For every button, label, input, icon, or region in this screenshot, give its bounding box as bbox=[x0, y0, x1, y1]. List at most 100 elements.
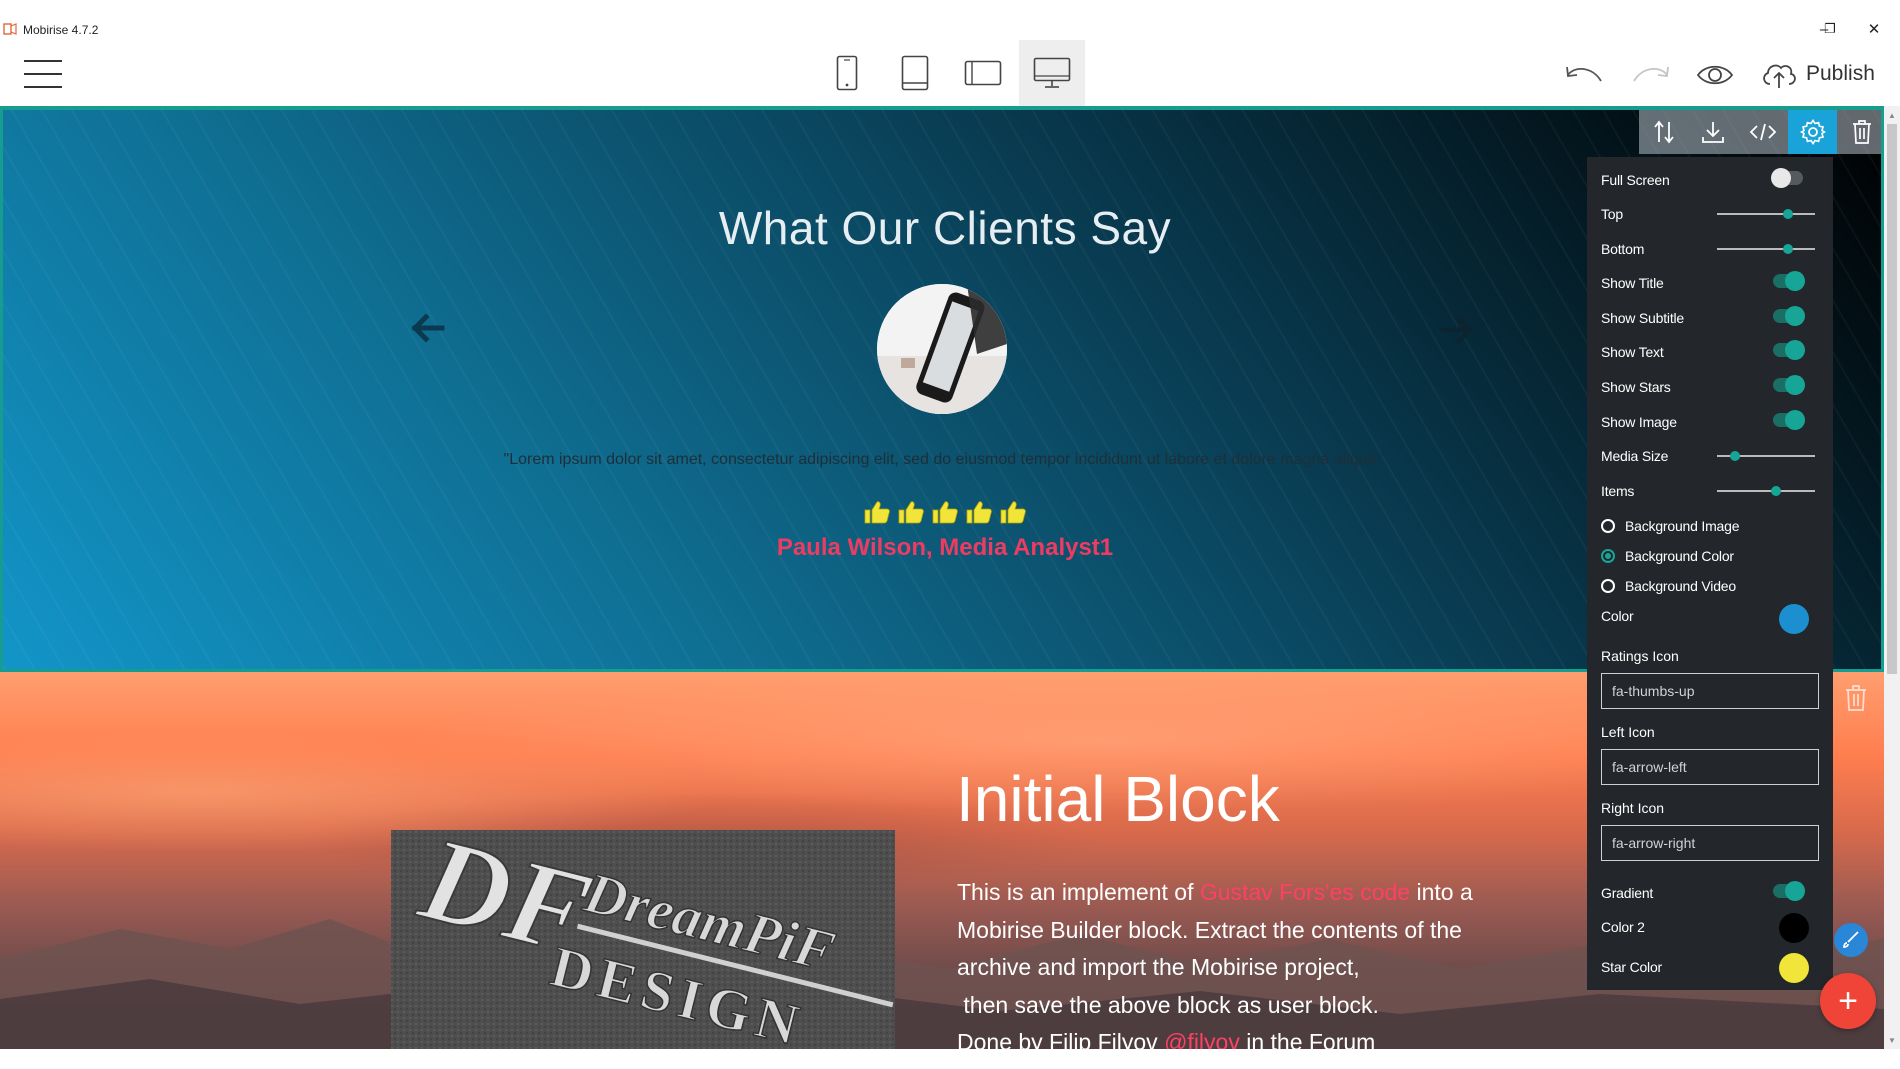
show-stars-toggle[interactable] bbox=[1773, 375, 1805, 395]
show-text-row[interactable]: Show Text bbox=[1601, 340, 1821, 364]
items-slider[interactable] bbox=[1717, 486, 1815, 496]
save-block-button[interactable] bbox=[1689, 110, 1739, 154]
hamburger-bar-icon bbox=[24, 60, 62, 62]
text-part: in the Forum bbox=[1239, 1029, 1376, 1049]
redo-button[interactable] bbox=[1627, 52, 1675, 98]
background-image-option[interactable]: Background Image bbox=[1601, 514, 1821, 538]
scroll-down-icon[interactable]: ▼ bbox=[1884, 1033, 1900, 1047]
color-2-row: Color 2 bbox=[1601, 913, 1821, 943]
restore-button[interactable]: ❐ bbox=[1818, 18, 1842, 40]
tablet-landscape-icon bbox=[964, 60, 1002, 86]
thumbs-up-icon bbox=[932, 501, 958, 524]
delete-block-button[interactable] bbox=[1837, 110, 1881, 154]
full-screen-row[interactable]: Full Screen bbox=[1601, 168, 1821, 192]
cloud-upload-icon bbox=[1763, 64, 1796, 88]
block-settings-button[interactable] bbox=[1787, 110, 1838, 154]
trash-icon[interactable] bbox=[1844, 684, 1868, 712]
show-title-toggle[interactable] bbox=[1773, 271, 1805, 291]
bottom-label: Bottom bbox=[1601, 241, 1645, 257]
gradient-row[interactable]: Gradient bbox=[1601, 881, 1821, 905]
ratings-icon-input[interactable] bbox=[1601, 673, 1819, 709]
media-size-row: Media Size bbox=[1601, 444, 1821, 468]
code-editor-button[interactable] bbox=[1738, 110, 1788, 154]
block-settings-panel: Full Screen Top Bottom Show Title Show S… bbox=[1587, 157, 1833, 990]
device-mobile-button[interactable] bbox=[814, 40, 880, 106]
toggle-knob bbox=[1785, 340, 1805, 360]
radio-button[interactable] bbox=[1601, 519, 1615, 533]
ratings-icon-label: Ratings Icon bbox=[1601, 648, 1679, 664]
tablet-icon bbox=[901, 55, 929, 91]
close-button[interactable]: ✕ bbox=[1862, 18, 1886, 40]
device-tablet-landscape-button[interactable] bbox=[950, 40, 1016, 106]
hamburger-menu-button[interactable] bbox=[24, 60, 62, 88]
slider-handle[interactable] bbox=[1729, 451, 1740, 461]
save-download-icon bbox=[1702, 122, 1725, 143]
vertical-scrollbar[interactable]: ▲ ▼ bbox=[1884, 106, 1900, 1049]
full-screen-toggle[interactable] bbox=[1771, 168, 1803, 188]
show-subtitle-row[interactable]: Show Subtitle bbox=[1601, 306, 1821, 330]
slider-handle[interactable] bbox=[1770, 486, 1781, 496]
client-avatar-image[interactable] bbox=[877, 284, 1007, 414]
arrow-left-icon[interactable] bbox=[410, 310, 446, 346]
show-title-row[interactable]: Show Title bbox=[1601, 271, 1821, 295]
device-desktop-button[interactable] bbox=[1019, 40, 1085, 106]
publish-button[interactable]: Publish bbox=[1760, 54, 1875, 94]
toggle-knob bbox=[1785, 375, 1805, 395]
radio-button[interactable] bbox=[1601, 579, 1615, 593]
background-color-option[interactable]: Background Color bbox=[1601, 544, 1821, 568]
top-slider[interactable] bbox=[1717, 209, 1815, 219]
thumbs-up-icon bbox=[966, 501, 992, 524]
color-2-swatch[interactable] bbox=[1779, 913, 1809, 943]
show-subtitle-toggle[interactable] bbox=[1773, 306, 1805, 326]
trash-icon bbox=[1853, 120, 1872, 144]
background-video-label: Background Video bbox=[1625, 578, 1736, 594]
dreampif-design-image[interactable]: DF DreamPiF DESIGN bbox=[391, 830, 895, 1049]
hamburger-bar-icon bbox=[24, 73, 62, 75]
bottom-slider[interactable] bbox=[1717, 244, 1815, 254]
style-brush-button[interactable] bbox=[1834, 923, 1868, 957]
background-color-label: Background Color bbox=[1625, 548, 1734, 564]
radio-button[interactable] bbox=[1601, 549, 1615, 563]
add-block-button[interactable]: + bbox=[1820, 973, 1876, 1029]
items-label: Items bbox=[1601, 483, 1635, 499]
initial-block-text[interactable]: This is an implement of Gustav Fors'es c… bbox=[957, 874, 1517, 1049]
color-row: Color bbox=[1601, 604, 1821, 634]
initial-block-title[interactable]: Initial Block bbox=[956, 762, 1280, 836]
publish-label: Publish bbox=[1806, 62, 1875, 85]
close-icon: ✕ bbox=[1867, 21, 1881, 38]
show-stars-row[interactable]: Show Stars bbox=[1601, 375, 1821, 399]
phone-icon bbox=[836, 55, 858, 91]
top-row: Top bbox=[1601, 202, 1821, 226]
star-color-swatch[interactable] bbox=[1779, 953, 1809, 983]
gradient-toggle[interactable] bbox=[1773, 881, 1805, 901]
mobirise-app: Mobirise 4.7.2 – ❐ ✕ Publish What Our Cl… bbox=[0, 0, 1900, 1069]
arrow-right-icon[interactable] bbox=[1439, 312, 1475, 348]
show-image-toggle[interactable] bbox=[1773, 410, 1805, 430]
scroll-thumb[interactable] bbox=[1887, 124, 1897, 674]
right-icon-input[interactable] bbox=[1601, 825, 1819, 861]
undo-icon bbox=[1566, 66, 1602, 82]
main-toolbar: Publish bbox=[0, 40, 1900, 106]
reorder-button[interactable] bbox=[1639, 110, 1689, 154]
show-image-row[interactable]: Show Image bbox=[1601, 410, 1821, 434]
filyov-link[interactable]: @filyov bbox=[1164, 1029, 1240, 1049]
background-video-option[interactable]: Background Video bbox=[1601, 574, 1821, 598]
preview-eye-icon bbox=[1696, 65, 1734, 85]
status-strip bbox=[0, 1049, 1900, 1069]
device-tablet-button[interactable] bbox=[882, 40, 948, 106]
media-size-slider[interactable] bbox=[1717, 451, 1815, 461]
preview-button[interactable] bbox=[1691, 52, 1739, 98]
text-part: This is an implement of bbox=[957, 879, 1200, 905]
slider-handle[interactable] bbox=[1782, 244, 1793, 254]
hamburger-bar-icon bbox=[24, 86, 62, 88]
color-swatch[interactable] bbox=[1779, 604, 1809, 634]
scroll-up-icon[interactable]: ▲ bbox=[1884, 108, 1900, 122]
right-icon-label: Right Icon bbox=[1601, 800, 1665, 816]
undo-button[interactable] bbox=[1560, 52, 1608, 98]
gustav-fors-link[interactable]: Gustav Fors'es code bbox=[1200, 879, 1410, 905]
left-icon-input[interactable] bbox=[1601, 749, 1819, 785]
show-title-label: Show Title bbox=[1601, 275, 1664, 291]
show-text-toggle[interactable] bbox=[1773, 340, 1805, 360]
restore-icon: ❐ bbox=[1824, 21, 1836, 36]
slider-handle[interactable] bbox=[1782, 209, 1793, 219]
